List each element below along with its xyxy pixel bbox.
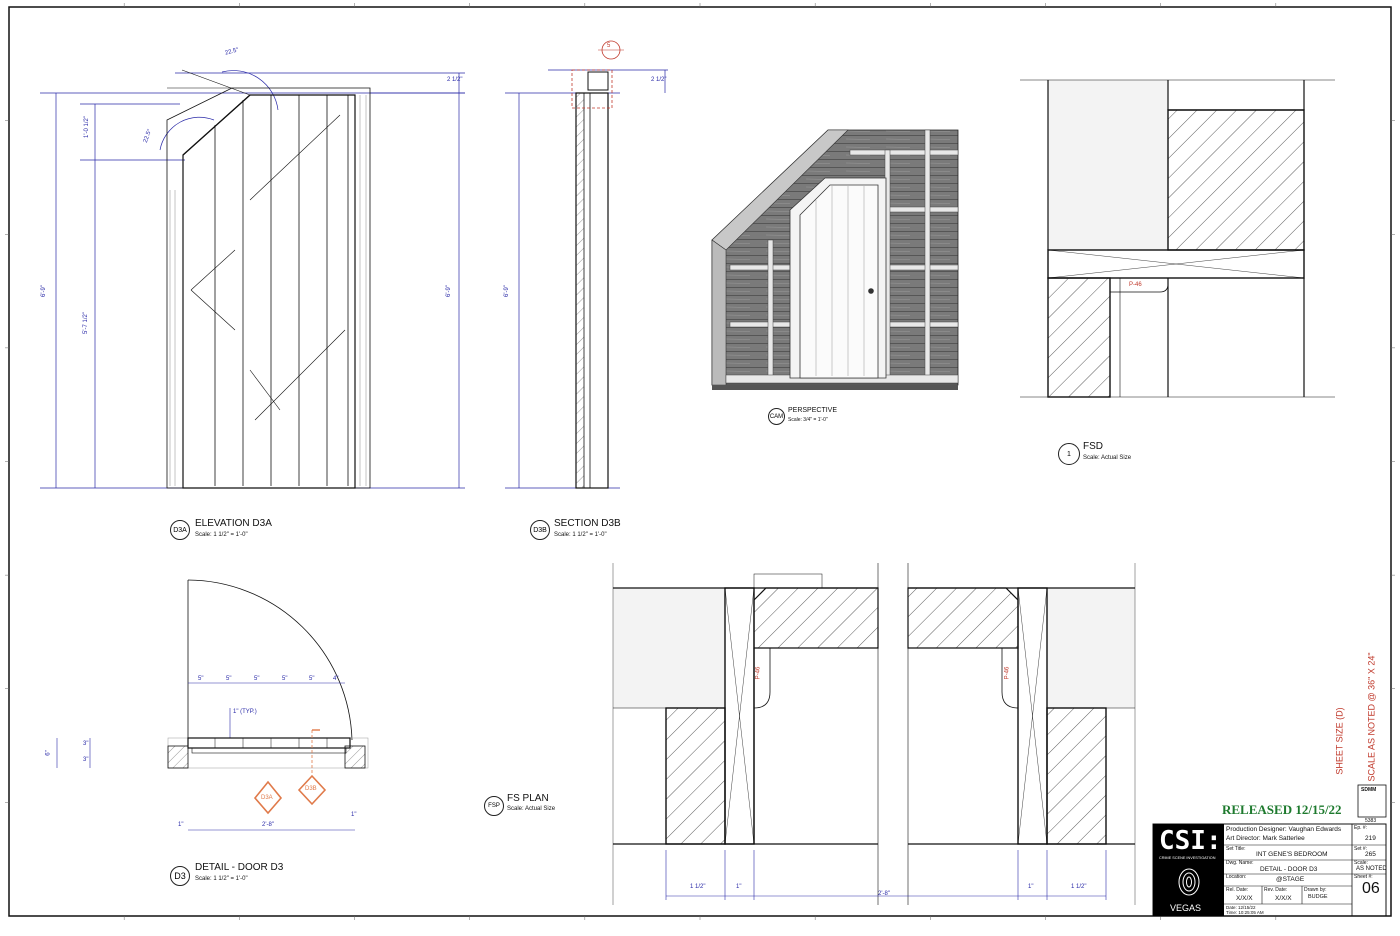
- detail-scale: Scale: 1 1/2" = 1'-0": [195, 876, 248, 882]
- section-title: SECTION D3B: [554, 518, 621, 529]
- plan-dim-d: 1 1/2": [1071, 884, 1087, 890]
- fs-plan: [612, 563, 1136, 905]
- released-stamp: RELEASED 12/15/22: [1222, 802, 1342, 817]
- wall-dim-a: 3": [83, 741, 89, 747]
- board-dim-2: 5": [226, 676, 232, 682]
- fsd-scale: Scale: Actual Size: [1083, 455, 1132, 461]
- rel-date-label: Rel. Date:: [1226, 887, 1249, 893]
- section-height-label: 6'-9": [503, 285, 510, 297]
- dwg-name-label: Dwg. Name:: [1226, 860, 1254, 866]
- right-height-label: 6'-9": [445, 285, 452, 297]
- elevation-scale: Scale: 1 1/2" = 1'-0": [195, 532, 248, 538]
- elevation-title: ELEVATION D3A: [195, 518, 272, 529]
- wall-total-dim: 6": [45, 750, 52, 756]
- section-scale: Scale: 1 1/2" = 1'-0": [554, 532, 607, 538]
- head-dim-label: 2 1/2": [447, 77, 463, 83]
- dwg-name-value: DETAIL - DOOR D3: [1260, 866, 1318, 873]
- union-number: 5383: [1365, 818, 1377, 824]
- typ-dim: 1" (TYP.): [233, 709, 257, 715]
- section-mark-label: 5: [607, 43, 611, 49]
- fsplan-paint-left: P-46: [755, 666, 762, 680]
- side-dim-left: 1": [178, 822, 184, 828]
- location-label: Location:: [1226, 874, 1247, 880]
- set-title-value: INT GENE'S BEDROOM: [1256, 851, 1328, 858]
- perspective-scale: Scale: 3/4" = 1'-0": [788, 417, 828, 423]
- board-dim-4: 5": [282, 676, 288, 682]
- drawn-by-value: BUDGE: [1308, 894, 1328, 900]
- drawn-by-label: Drawn by:: [1304, 887, 1327, 893]
- plan-width-dim: 2'-8": [878, 891, 890, 897]
- plan-dim-c: 1": [1028, 884, 1034, 890]
- perspective-tag: CAM: [768, 408, 785, 425]
- union-label: SDMM: [1361, 787, 1377, 793]
- board-dim-6: 4": [333, 676, 339, 682]
- fsplan-paint-right: P-46: [1004, 666, 1011, 680]
- door-height-label: 5'-7 1/2": [82, 312, 89, 334]
- drawing-sheet: [5, 3, 1395, 920]
- callout-d3b: D3B: [305, 786, 317, 792]
- show-logo: CSI:: [1159, 826, 1222, 856]
- section-d3b: [505, 40, 668, 489]
- fsd-paint-label: P-46: [1129, 282, 1142, 288]
- set-number-value: 265: [1365, 851, 1376, 858]
- side-dim-right: 1": [351, 812, 357, 818]
- show-logo-city: VEGAS: [1170, 903, 1202, 913]
- plan-dim-a: 1 1/2": [690, 884, 706, 890]
- sheet-size-note: SHEET SIZE (D): [1334, 707, 1345, 775]
- perspective-render: [711, 129, 959, 390]
- callout-d3a: D3A: [261, 795, 273, 801]
- detail-tag: D3: [170, 866, 190, 886]
- top-offset-label: 1'-0 1/2": [83, 116, 90, 138]
- width-dim: 2'-8": [262, 822, 274, 828]
- set-title-label: Set Title:: [1226, 846, 1246, 852]
- elevation-d3a: [40, 69, 465, 489]
- fsplan-tag: FSP: [484, 796, 504, 816]
- overall-height-label: 6'-9": [40, 285, 47, 297]
- board-dim-3: 5": [254, 676, 260, 682]
- designer-line: Production Designer: Vaughan Edwards: [1226, 826, 1342, 833]
- sheet-number-value: 06: [1362, 880, 1380, 897]
- rel-date-value: X/X/X: [1236, 895, 1253, 902]
- perspective-title: PERSPECTIVE: [788, 407, 838, 414]
- section-head-label: 2 1/2": [651, 77, 667, 83]
- fsplan-scale: Scale: Actual Size: [507, 806, 556, 812]
- show-logo-subtitle: CRIME SCENE INVESTIGATION: [1159, 856, 1216, 860]
- location-value: @STAGE: [1276, 876, 1305, 883]
- rev-date-label: Rev. Date:: [1264, 887, 1288, 893]
- elevation-tag: D3A: [170, 520, 190, 540]
- board-dim-5: 5": [309, 676, 315, 682]
- section-tag: D3B: [530, 520, 550, 540]
- wall-dim-b: 3": [83, 757, 89, 763]
- fsd-title: FSD: [1083, 441, 1103, 452]
- episode-label: Ep. #:: [1354, 825, 1368, 831]
- detail-title: DETAIL - DOOR D3: [195, 862, 284, 873]
- board-dim-1: 5": [198, 676, 204, 682]
- plan-dim-b: 1": [736, 884, 742, 890]
- fsplan-title: FS PLAN: [507, 793, 549, 804]
- rev-date-value: X/X/X: [1275, 895, 1292, 902]
- fsd-detail: [1020, 79, 1335, 398]
- scale-value: AS NOTED: [1356, 866, 1387, 872]
- fsd-tag: 1: [1058, 443, 1080, 465]
- scale-note: SCALE AS NOTED @ 36" X 24": [1366, 652, 1377, 782]
- art-director-line: Art Director: Mark Satterlee: [1226, 835, 1305, 842]
- plot-time: Time: 10:25:05 AM: [1226, 910, 1264, 915]
- detail-door-d3: [56, 579, 369, 831]
- episode-value: 219: [1365, 835, 1376, 842]
